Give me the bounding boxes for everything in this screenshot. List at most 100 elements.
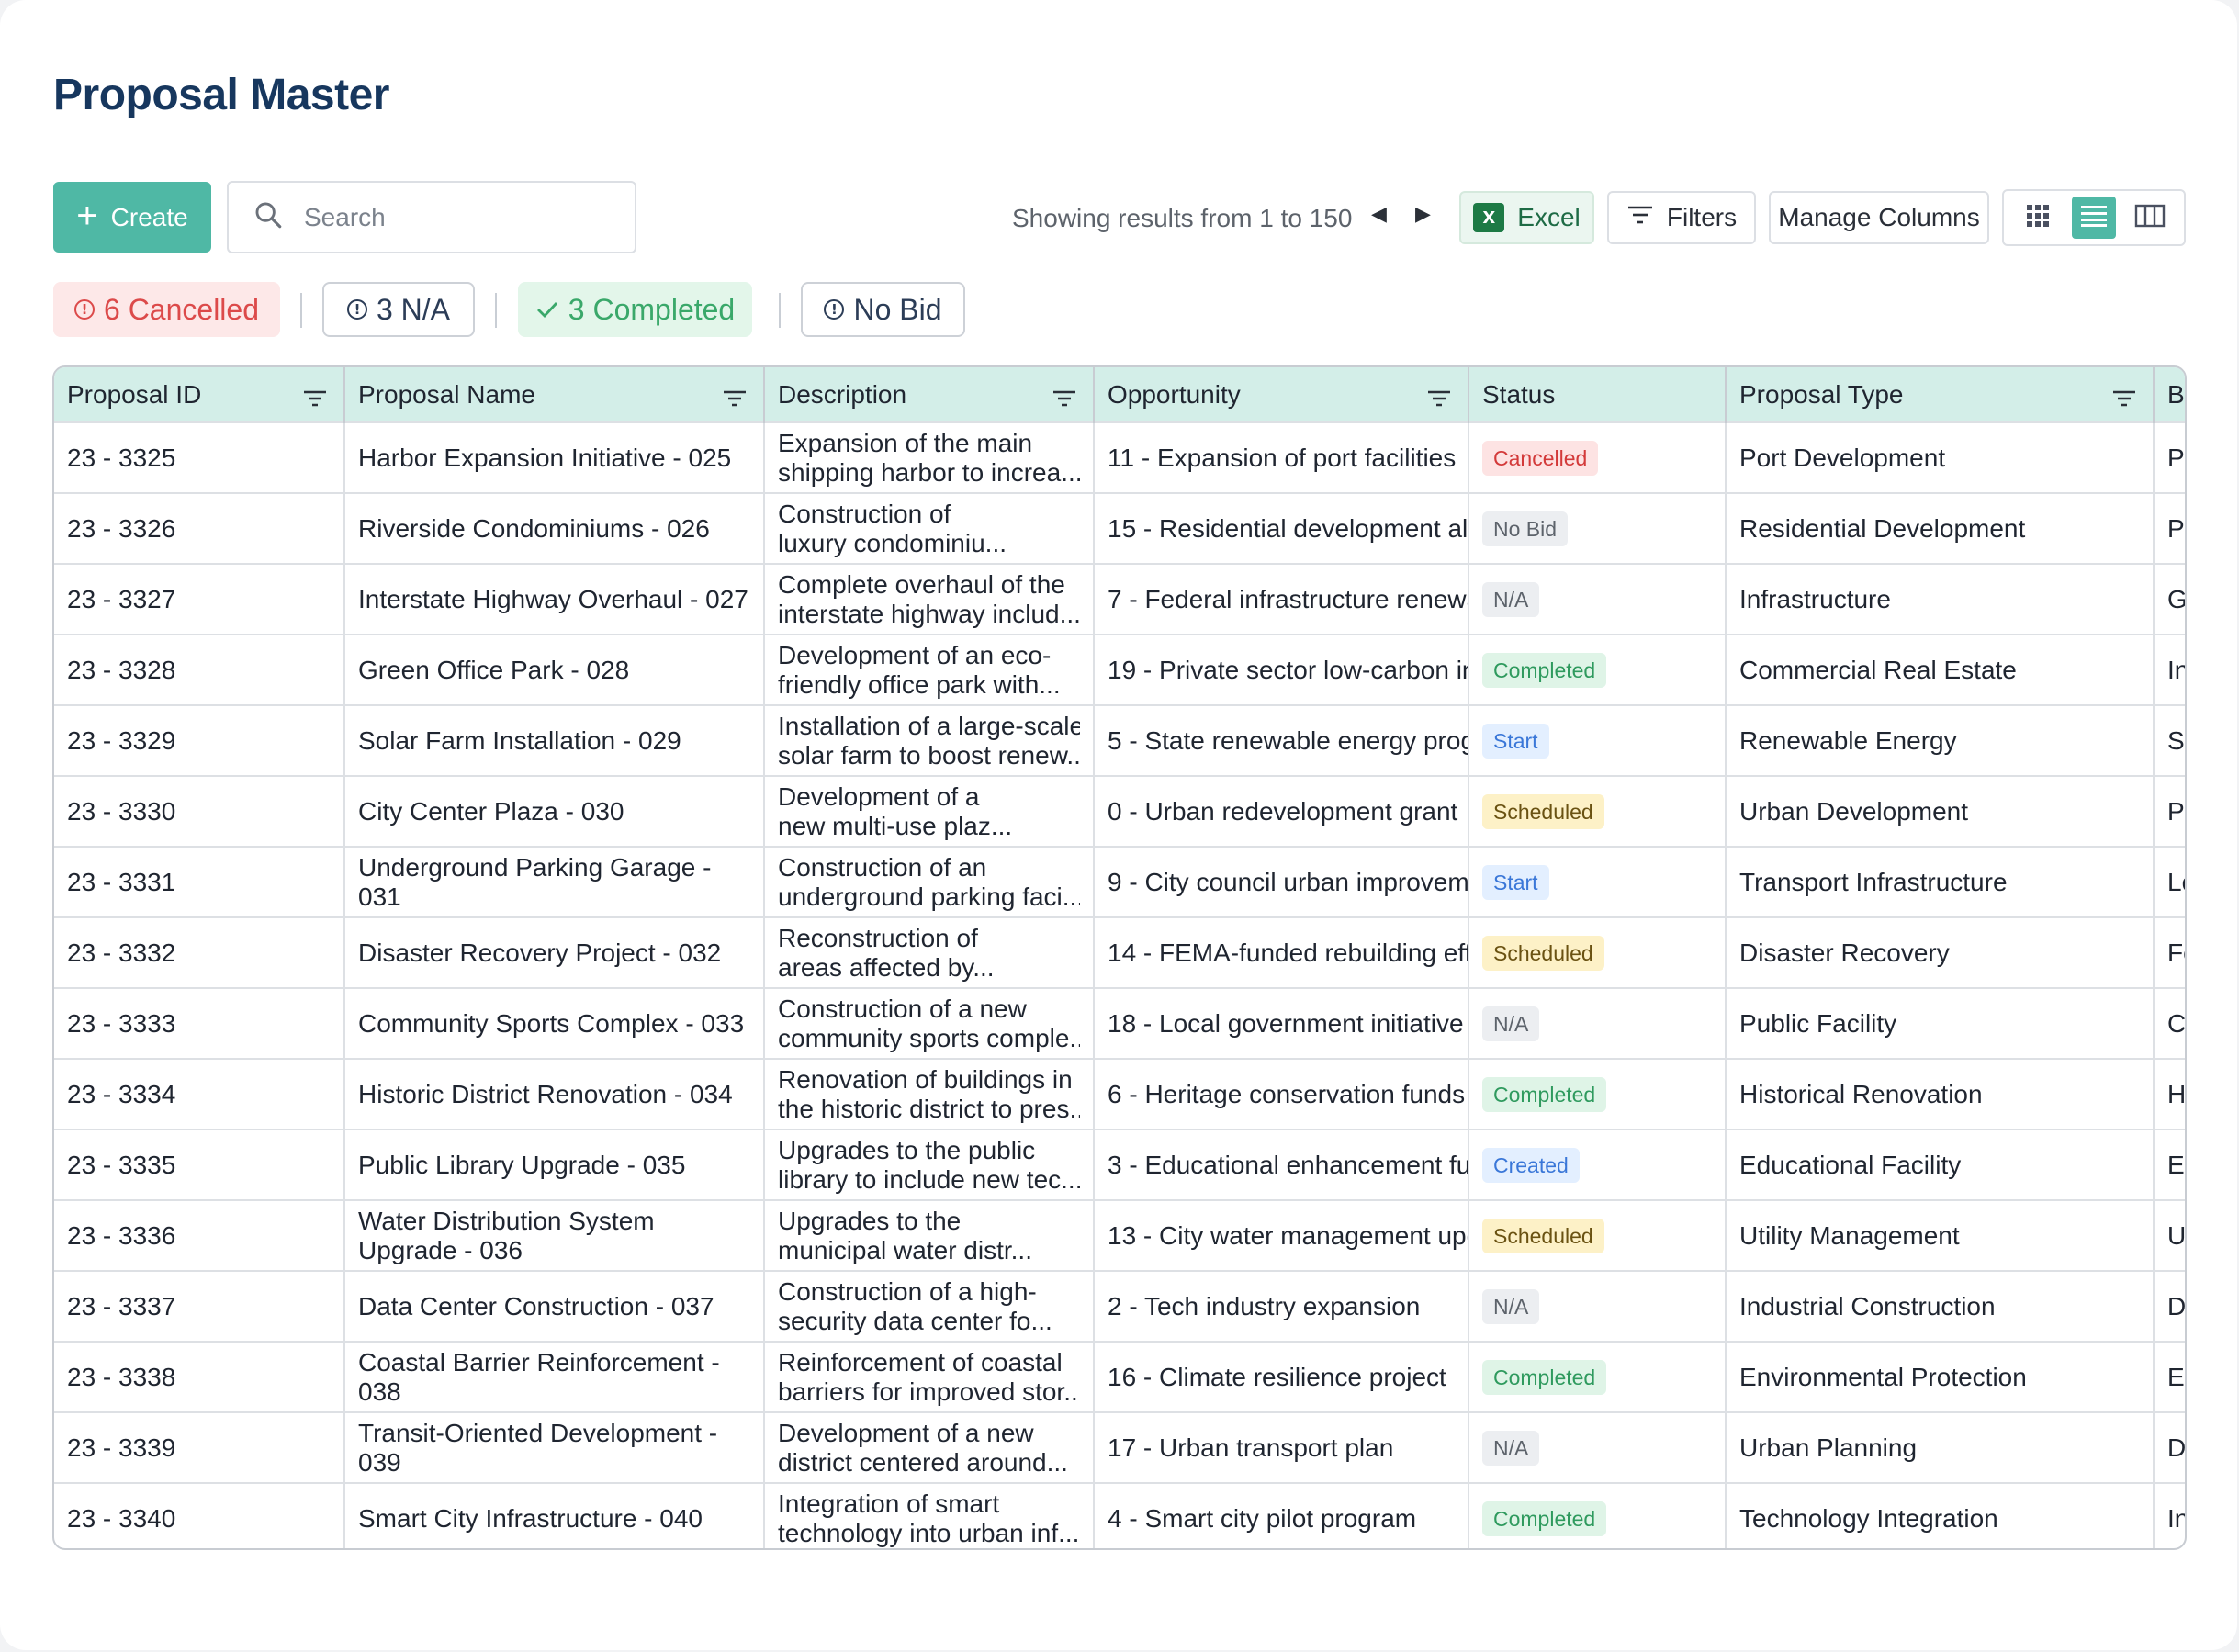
column-filter-icon[interactable] [2112, 385, 2136, 414]
description-line: the historic district to pres... [778, 1094, 1080, 1123]
cell-status: No Bid [1468, 492, 1727, 564]
page-card: Proposal Master + Create Showing results… [0, 0, 2237, 1650]
cell-proposal-type: Utility Management [1726, 1199, 2155, 1271]
table-row[interactable]: 23 - 3339 Transit-Oriented Development - … [54, 1411, 2185, 1483]
filters-label: Filters [1666, 203, 1738, 231]
page-title: Proposal Master [53, 71, 389, 119]
cell-opportunity: 19 - Private sector low-carbon in [1094, 634, 1469, 705]
table-row[interactable]: 23 - 3326 Riverside Condominiums - 026 Con… [54, 492, 2185, 564]
table-row[interactable]: 23 - 3332 Disaster Recovery Project - 032… [54, 916, 2185, 988]
cell-status: Completed [1468, 1482, 1727, 1548]
cell-opportunity: 14 - FEMA-funded rebuilding effo [1094, 916, 1469, 988]
cell-b: Co [2154, 987, 2185, 1059]
description-line: interstate highway includ... [778, 599, 1080, 628]
column-header-b[interactable]: B [2154, 367, 2185, 422]
na-chip-label: 3 N/A [376, 292, 451, 326]
column-header-opportunity[interactable]: Opportunity [1094, 367, 1469, 422]
column-header-proposal-type[interactable]: Proposal Type [1726, 367, 2155, 422]
column-header-proposal-name[interactable]: Proposal Name [344, 367, 765, 422]
columns-icon [2134, 204, 2166, 232]
cell-status: N/A [1468, 1270, 1727, 1342]
cell-opportunity: 13 - City water management upg [1094, 1199, 1469, 1271]
cell-proposal-type: Historical Renovation [1726, 1058, 2155, 1129]
table-row[interactable]: 23 - 3327 Interstate Highway Overhaul - 0… [54, 563, 2185, 635]
table-row[interactable]: 23 - 3333 Community Sports Complex - 033 C… [54, 987, 2185, 1059]
column-header-proposal-id[interactable]: Proposal ID [54, 367, 345, 422]
status-badge: Cancelled [1482, 440, 1599, 476]
create-button[interactable]: + Create [53, 182, 211, 253]
cell-description: Reconstruction of areas affected by... [764, 916, 1095, 988]
column-header-description[interactable]: Description [764, 367, 1095, 422]
column-filter-icon[interactable] [723, 385, 747, 414]
cell-proposal-id: 23 - 3329 [54, 704, 345, 776]
proposals-table: Proposal ID Proposal Name Description Op… [52, 365, 2187, 1550]
table-row[interactable]: 23 - 3330 City Center Plaza - 030 Developm… [54, 775, 2185, 847]
check-icon [535, 293, 559, 327]
column-header-status[interactable]: Status [1468, 367, 1727, 422]
description-line: Reconstruction of [778, 923, 978, 952]
description-line: Development of an eco- [778, 640, 1052, 669]
next-page-icon[interactable]: ▶ [1415, 202, 1431, 226]
cell-status: Scheduled [1468, 775, 1727, 847]
completed-filter-chip[interactable]: 3 Completed [518, 282, 752, 337]
alert-icon: ! [824, 299, 845, 320]
cell-proposal-id: 23 - 3326 [54, 492, 345, 564]
cell-proposal-name: Community Sports Complex - 033 [344, 987, 765, 1059]
table-row[interactable]: 23 - 3334 Historic District Renovation - … [54, 1058, 2185, 1129]
table-row[interactable]: 23 - 3340 Smart City Infrastructure - 040… [54, 1482, 2185, 1548]
grid-view-button[interactable] [2016, 197, 2060, 239]
cell-description: Development of a new multi-use plaz... [764, 775, 1095, 847]
status-badge: Scheduled [1482, 935, 1604, 971]
status-badge: N/A [1482, 1006, 1540, 1041]
column-filter-icon[interactable] [303, 385, 327, 414]
cell-opportunity: 16 - Climate resilience project [1094, 1341, 1469, 1412]
search-icon [253, 199, 284, 235]
cell-description: Integration of smart technology into urba… [764, 1482, 1095, 1548]
status-badge: No Bid [1482, 511, 1569, 546]
prev-page-icon[interactable]: ◀ [1371, 202, 1387, 226]
table-row[interactable]: 23 - 3336 Water Distribution System Upgra… [54, 1199, 2185, 1271]
status-badge: Start [1482, 723, 1549, 759]
description-line: Integration of smart [778, 1489, 1000, 1518]
description-line: underground parking faci... [778, 882, 1080, 911]
cell-description: Expansion of the main shipping harbor to … [764, 421, 1095, 493]
cell-opportunity: 2 - Tech industry expansion [1094, 1270, 1469, 1342]
table-row[interactable]: 23 - 3329 Solar Farm Installation - 029 In… [54, 704, 2185, 776]
column-view-button[interactable] [2128, 197, 2172, 239]
list-view-button[interactable] [2071, 197, 2116, 239]
cell-opportunity: 4 - Smart city pilot program [1094, 1482, 1469, 1548]
column-filter-icon[interactable] [1052, 385, 1076, 414]
description-line: Complete overhaul of the [778, 569, 1065, 599]
description-line: solar farm to boost renew... [778, 740, 1080, 770]
filters-button[interactable]: Filters [1607, 191, 1756, 244]
excel-export-button[interactable]: X Excel [1459, 191, 1594, 244]
nobid-filter-chip[interactable]: ! No Bid [801, 282, 965, 337]
manage-columns-button[interactable]: Manage Columns [1769, 191, 1989, 244]
cell-description: Complete overhaul of the interstate highw… [764, 563, 1095, 635]
cancelled-filter-chip[interactable]: ! 6 Cancelled [53, 282, 280, 337]
cell-proposal-name: Public Library Upgrade - 035 [344, 1129, 765, 1200]
cell-proposal-type: Transport Infrastructure [1726, 846, 2155, 917]
description-line: Development of a [778, 781, 980, 811]
results-count: Showing results from 1 to 150 [1012, 204, 1353, 232]
cell-opportunity: 0 - Urban redevelopment grant [1094, 775, 1469, 847]
table-row[interactable]: 23 - 3337 Data Center Construction - 037 C… [54, 1270, 2185, 1342]
table-row[interactable]: 23 - 3338 Coastal Barrier Reinforcement -… [54, 1341, 2185, 1412]
column-filter-icon[interactable] [1427, 385, 1451, 414]
table-row[interactable]: 23 - 3335 Public Library Upgrade - 035 Upg… [54, 1129, 2185, 1200]
cell-description: Construction of luxury condominiu... [764, 492, 1095, 564]
cell-proposal-name: Underground Parking Garage - 031 [344, 846, 765, 917]
table-row[interactable]: 23 - 3331 Underground Parking Garage - 03… [54, 846, 2185, 917]
cell-proposal-type: Disaster Recovery [1726, 916, 2155, 988]
search-box[interactable] [227, 181, 636, 253]
na-filter-chip[interactable]: ! 3 N/A [322, 282, 475, 337]
table-row[interactable]: 23 - 3325 Harbor Expansion Initiative - 0… [54, 421, 2185, 493]
table-row[interactable]: 23 - 3328 Green Office Park - 028 Developm… [54, 634, 2185, 705]
description-line: Construction of an [778, 852, 987, 882]
cell-opportunity: 18 - Local government initiative f [1094, 987, 1469, 1059]
search-input[interactable] [302, 201, 618, 233]
cell-opportunity: 5 - State renewable energy progr [1094, 704, 1469, 776]
status-badge: N/A [1482, 1288, 1540, 1324]
cell-proposal-type: Industrial Construction [1726, 1270, 2155, 1342]
cell-description: Installation of a large-scale solar farm … [764, 704, 1095, 776]
